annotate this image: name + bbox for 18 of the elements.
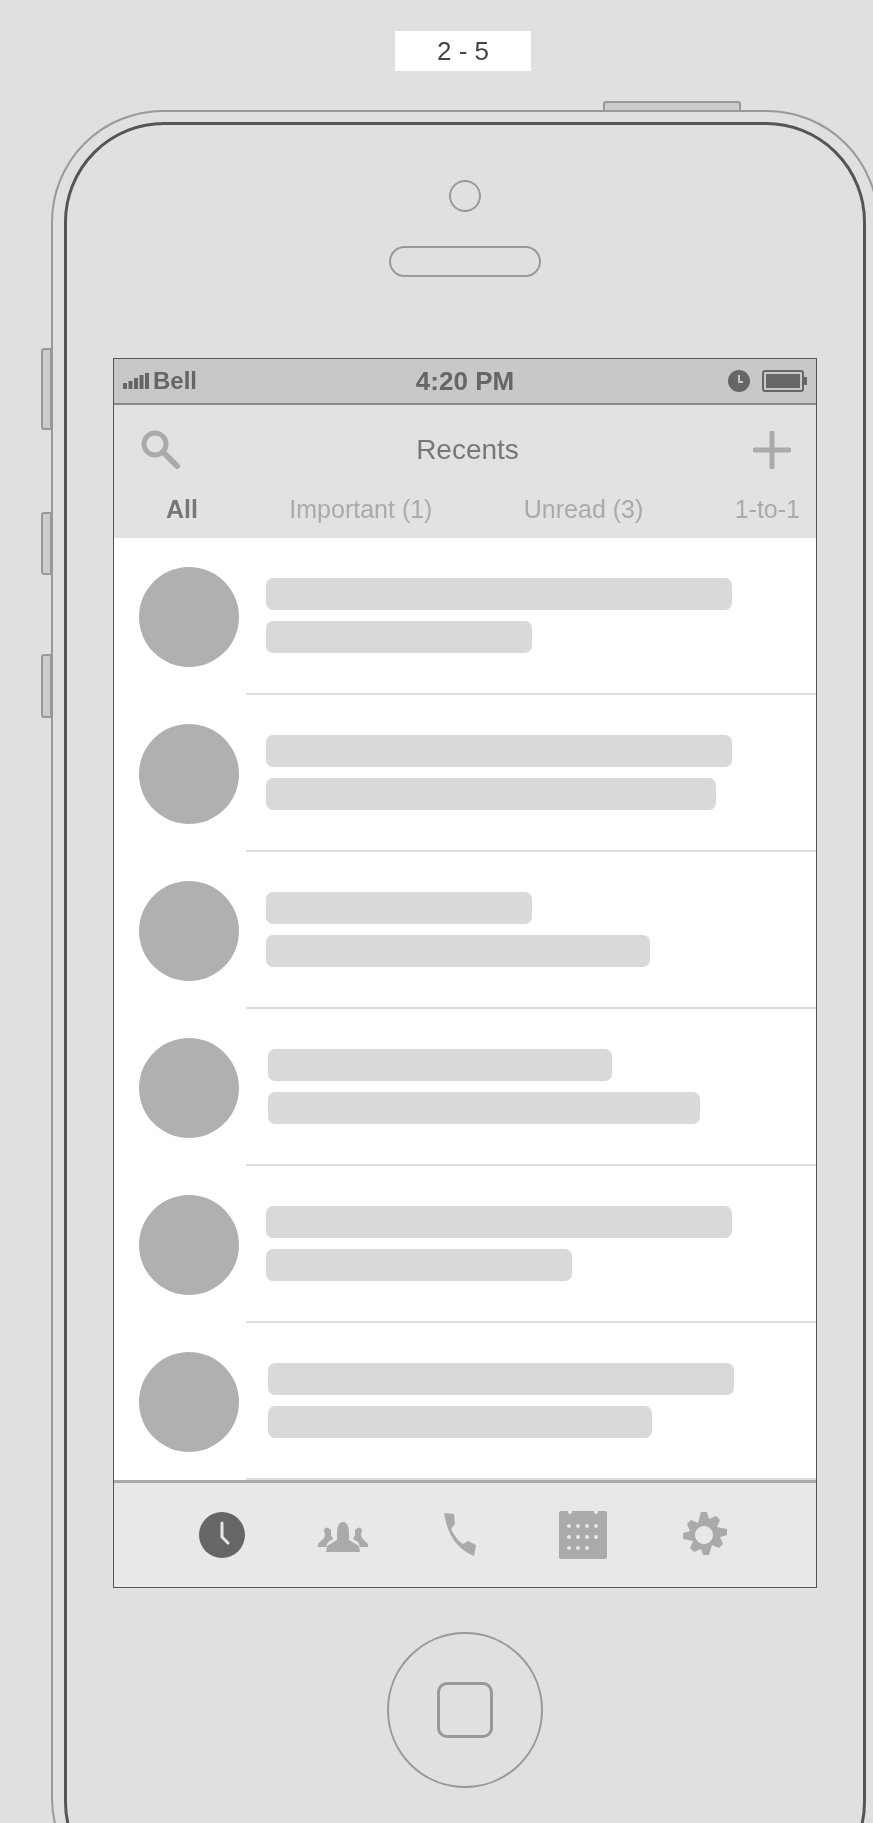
filter-tab[interactable]: Unread (3)	[523, 494, 644, 524]
alarm-icon	[728, 370, 750, 392]
search-icon[interactable]	[140, 429, 182, 471]
home-button[interactable]	[387, 1632, 543, 1788]
calendar-icon[interactable]	[559, 1511, 608, 1559]
filter-tab[interactable]: All	[166, 494, 198, 524]
square-icon	[437, 1682, 493, 1738]
signal-icon	[123, 373, 149, 389]
battery-icon	[762, 370, 808, 392]
page-label: 2 - 5	[395, 31, 531, 71]
filter-tab[interactable]: Important (1)	[289, 494, 433, 524]
camera	[449, 180, 481, 212]
plus-icon[interactable]	[753, 431, 791, 469]
screen-title: Recents	[416, 434, 519, 466]
clock-icon[interactable]	[199, 1512, 246, 1558]
carrier-name: Bell	[153, 367, 197, 395]
filter-tab[interactable]: 1-to-1	[734, 494, 800, 524]
status-time: 4:20 PM	[415, 365, 515, 397]
